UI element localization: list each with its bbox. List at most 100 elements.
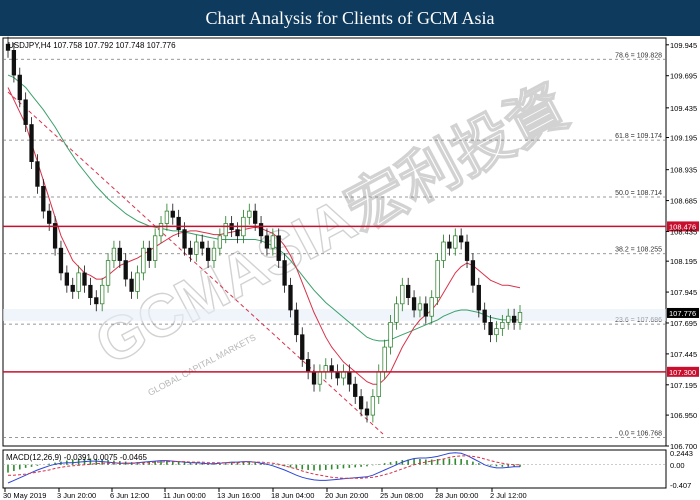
candle-body: [253, 210, 258, 224]
candle-body: [141, 247, 146, 274]
candle-body: [482, 309, 487, 323]
candle-body: [382, 346, 387, 373]
candle-body: [517, 312, 523, 323]
candle-body: [347, 371, 352, 385]
x-tick-label: 28 Jun 00:00: [435, 491, 478, 500]
candle-body: [247, 210, 252, 218]
y-tick-label: 107.195: [670, 381, 697, 390]
candle-body: [258, 223, 264, 237]
fib-level-label: 50.0 = 108.714: [615, 190, 662, 197]
candle-body: [311, 371, 317, 385]
candle-body: [76, 272, 81, 292]
y-tick-label: 107.945: [670, 288, 697, 297]
candle-body: [376, 371, 381, 397]
candle-body: [129, 278, 134, 292]
candle-body: [223, 223, 228, 237]
candle-body: [158, 223, 164, 237]
candle-body: [317, 371, 323, 385]
candle-body: [147, 247, 152, 261]
y-tick-label: 108.195: [670, 257, 697, 266]
candle-body: [41, 186, 46, 212]
candle-body: [470, 260, 476, 286]
candle-body: [211, 247, 217, 261]
macd-y-tick-label: 0.00: [670, 461, 685, 470]
candle-body: [406, 284, 411, 298]
candle-body: [358, 396, 364, 410]
x-tick-label: 30 May 2019: [3, 491, 46, 500]
banner-title: Chart Analysis for Clients of GCM Asia: [0, 0, 700, 36]
candle-body: [305, 359, 311, 373]
fib-level-label: 61.8 = 109.174: [615, 133, 662, 140]
candle-body: [117, 247, 122, 261]
candle-body: [423, 303, 428, 317]
candle-body: [282, 260, 287, 286]
y-tick-label: 109.945: [670, 41, 697, 50]
candle-body: [70, 284, 75, 292]
x-tick-label: 3 Jun 20:00: [57, 491, 96, 500]
y-tick-label: 109.695: [670, 72, 697, 81]
candle-body: [341, 371, 346, 379]
candle-body: [235, 229, 240, 237]
current-price-label: 107.776: [669, 309, 696, 318]
candle-body: [506, 315, 511, 323]
candle-body: [194, 241, 199, 255]
candle-body: [447, 241, 452, 249]
macd-info: MACD(12,26,9) -0.0391 0.0075 -0.0465: [6, 453, 148, 462]
candle-body: [435, 260, 440, 298]
candle-body: [200, 241, 205, 249]
candle-body: [170, 210, 175, 218]
candle-body: [205, 247, 211, 261]
candle-body: [429, 297, 434, 317]
y-tick-label: 108.435: [670, 227, 697, 236]
candle-body: [476, 284, 481, 311]
key-level-tag-label: 107.300: [669, 368, 696, 377]
candle-body: [88, 284, 93, 298]
x-tick-label: 20 Jun 20:00: [325, 491, 368, 500]
macd-y-tick-label: -0.407: [670, 481, 691, 490]
candle-body: [464, 241, 470, 261]
candle-body: [270, 235, 275, 249]
price-chart: GCMASIA宏利投資 GLOBAL CAPITAL MARKETS 78.6 …: [2, 36, 699, 500]
candle-body: [488, 322, 493, 336]
candle-body: [35, 161, 40, 187]
candle-body: [276, 235, 281, 261]
y-tick-label: 106.950: [670, 411, 697, 420]
candle-body: [94, 297, 99, 305]
candle-body: [394, 303, 399, 323]
candle-body: [176, 216, 181, 230]
candle-body: [323, 365, 328, 373]
candle-body: [182, 229, 187, 249]
candle-body: [511, 315, 517, 323]
x-tick-label: 25 Jun 08:00: [380, 491, 423, 500]
x-tick-label: 13 Jun 16:00: [217, 491, 260, 500]
candle-body: [400, 284, 405, 305]
candle-body: [164, 210, 170, 224]
candle-body: [388, 322, 393, 348]
candle-body: [123, 260, 128, 280]
candle-body: [294, 309, 299, 336]
candle-body: [288, 284, 293, 311]
fib-level-label: 78.6 = 109.828: [615, 52, 662, 59]
candle-body: [335, 371, 340, 379]
candle-body: [23, 99, 28, 125]
symbol-info: USDJPY,H4 107.758 107.792 107.748 107.77…: [8, 41, 176, 50]
candle-body: [100, 284, 105, 305]
y-tick-label: 109.195: [670, 134, 697, 143]
candle-body: [152, 235, 158, 261]
candle-body: [82, 272, 87, 286]
fib-level-label: 38.2 = 108.255: [615, 247, 662, 254]
y-tick-label: 107.445: [670, 350, 697, 359]
candle-body: [300, 334, 305, 360]
x-tick-label: 6 Jun 12:00: [110, 491, 149, 500]
candle-body: [188, 247, 193, 255]
candle-body: [458, 235, 464, 243]
candle-body: [111, 247, 117, 261]
fib-level-label: 0.0 = 106.768: [619, 431, 662, 438]
y-tick-label: 108.935: [670, 166, 697, 175]
candle-body: [58, 247, 64, 274]
candle-body: [329, 365, 334, 373]
candle-body: [353, 383, 358, 397]
x-tick-label: 11 Jun 00:00: [163, 491, 206, 500]
candle-body: [64, 272, 70, 286]
candle-body: [370, 396, 376, 416]
